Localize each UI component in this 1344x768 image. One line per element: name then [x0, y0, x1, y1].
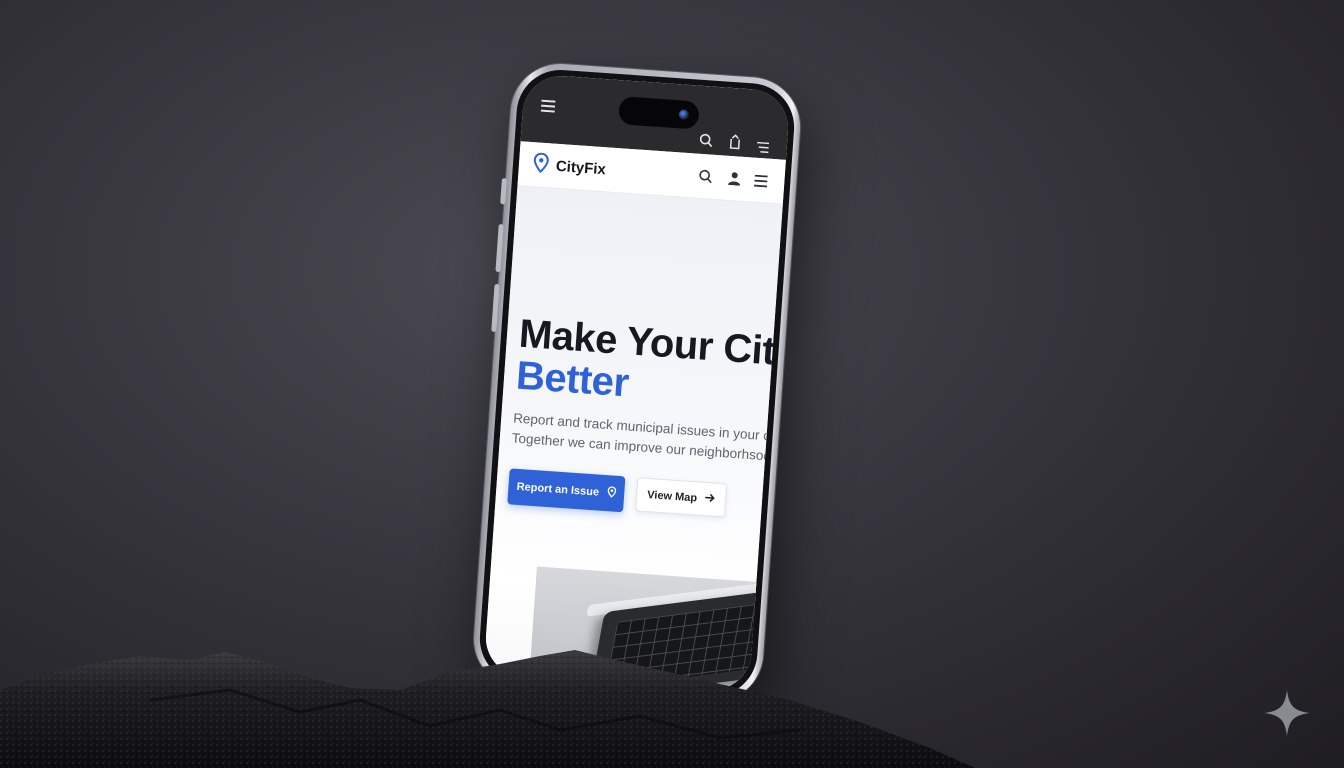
rock-foreground — [0, 650, 975, 768]
scene-background: CityFix Make Your City Better Report and… — [0, 0, 1344, 768]
sparkle-icon — [1264, 690, 1310, 736]
